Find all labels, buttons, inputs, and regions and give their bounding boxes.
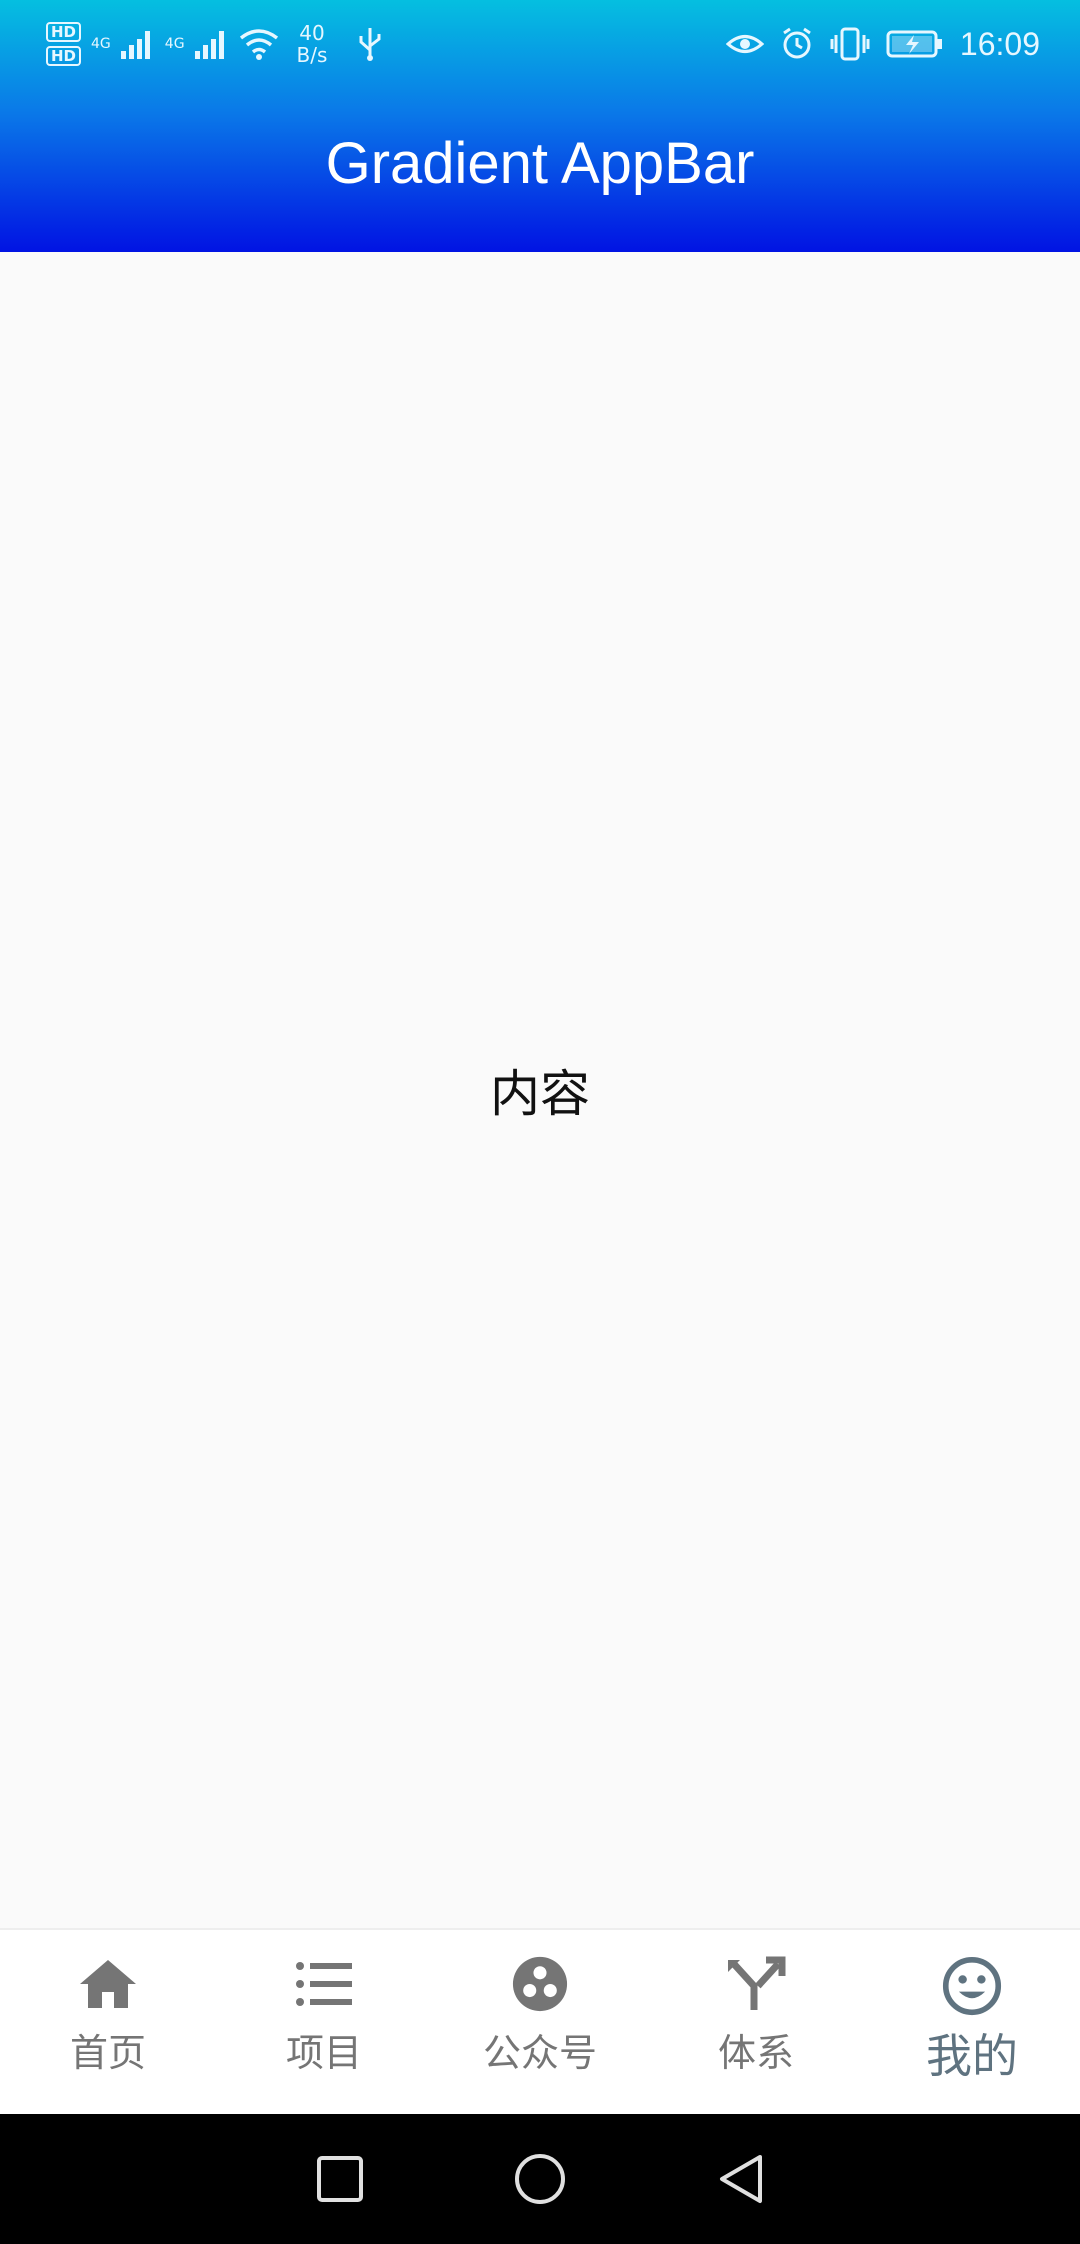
fork-icon — [728, 1956, 786, 2010]
nav-item-projects[interactable]: 项目 — [216, 1930, 432, 2116]
eye-icon — [725, 35, 764, 53]
hd-indicators: HD HD — [46, 22, 82, 66]
sim1-network-label: 4G — [91, 36, 111, 52]
smiley-icon — [942, 1956, 1002, 2016]
nav-item-official-accounts[interactable]: 公众号 — [432, 1930, 648, 2116]
hd-badge-1: HD — [46, 22, 82, 42]
list-icon — [296, 1962, 352, 2006]
signal-icon-2 — [194, 31, 224, 59]
signal-icon — [120, 31, 150, 59]
nav-item-label: 首页 — [69, 2031, 146, 2075]
back-icon[interactable] — [716, 2153, 764, 2205]
status-bar-right: 16:09 — [725, 14, 1040, 74]
status-bar: HD HD 4G 4G 40 B/s 16:09 — [0, 0, 1080, 86]
nav-item-system[interactable]: 体系 — [648, 1930, 864, 2116]
content-text: 内容 — [490, 1065, 590, 1123]
home-circle-icon[interactable] — [514, 2153, 566, 2205]
sim2-network-label: 4G — [164, 36, 185, 52]
nav-item-label: 我的 — [926, 2029, 1018, 2083]
hd-badge-2: HD — [46, 46, 82, 66]
vibrate-icon — [830, 27, 870, 61]
battery-charging-icon — [886, 30, 942, 58]
group-icon — [512, 1956, 568, 2012]
appbar-title: Gradient AppBar — [325, 131, 755, 196]
clock: 16:09 — [959, 25, 1040, 62]
nav-item-mine[interactable]: 我的 — [864, 1930, 1080, 2116]
system-navigation-bar — [0, 2114, 1080, 2244]
status-bar-left: HD HD 4G 4G 40 B/s — [46, 14, 385, 74]
nav-item-label: 项目 — [285, 2031, 362, 2075]
nav-item-label: 体系 — [717, 2031, 794, 2075]
network-speed-value: 40 — [299, 21, 325, 45]
recents-icon[interactable] — [316, 2155, 364, 2203]
nav-item-label: 公众号 — [482, 2031, 597, 2075]
home-icon — [80, 1960, 136, 2008]
gradient-appbar: HD HD 4G 4G 40 B/s 16:09 Gradient AppBar — [0, 0, 1080, 252]
bottom-navigation-bar: 首页 项目 公众号 体系 我的 — [0, 1928, 1080, 2116]
network-speed: 40 B/s — [297, 22, 328, 66]
wifi-icon — [239, 29, 278, 60]
usb-icon — [359, 28, 381, 61]
main-content: 内容 — [0, 252, 1080, 1928]
network-speed-unit: B/s — [296, 43, 328, 67]
alarm-icon — [783, 27, 811, 59]
nav-item-home[interactable]: 首页 — [0, 1930, 216, 2116]
